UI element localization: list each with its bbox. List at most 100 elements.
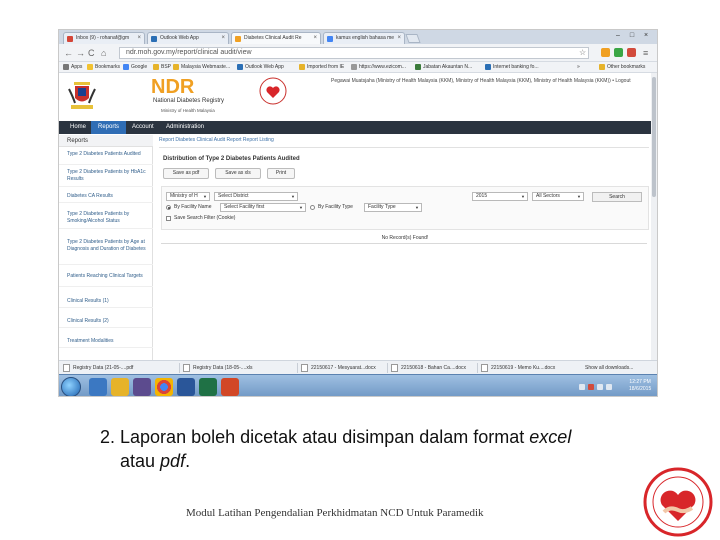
browser-tab-outlook[interactable]: Outlook Web App ×: [147, 32, 229, 44]
folder-icon: [299, 64, 305, 70]
download-item[interactable]: Registry Data (21-05-....pdf: [63, 363, 133, 373]
extension-icon[interactable]: [627, 48, 636, 57]
caption-text: atau di: [297, 427, 357, 447]
download-item[interactable]: 22150617 - Mesyuarat...docx: [301, 363, 376, 373]
browser-tab-audit-report[interactable]: Diabetes Clinical Audit Re ×: [231, 32, 321, 44]
sidebar-item-patients-audited[interactable]: Type 2 Diabetes Patients Audited: [59, 151, 153, 165]
bookmark-star-icon[interactable]: ☆: [579, 47, 586, 59]
save-filter-checkbox[interactable]: [166, 216, 171, 221]
by-facility-name-radio[interactable]: [166, 205, 171, 210]
reload-icon[interactable]: C: [88, 47, 95, 59]
facility-type-select[interactable]: Facility Type ▼: [364, 203, 422, 212]
media-player-icon[interactable]: [133, 378, 151, 396]
maximize-icon[interactable]: □: [625, 31, 639, 41]
close-icon[interactable]: ×: [313, 33, 317, 44]
bookmark-other[interactable]: Other bookmarks: [599, 63, 645, 72]
bookmarks-overflow[interactable]: »: [577, 63, 580, 72]
menu-icon[interactable]: ≡: [643, 47, 648, 59]
url-input[interactable]: ndr.moh.gov.my/report/clinical audit/vie…: [119, 47, 589, 59]
scrollbar-thumb[interactable]: [652, 77, 656, 197]
nav-account[interactable]: Account: [125, 121, 161, 134]
download-item[interactable]: 22150619 - Memo Ku....docx: [481, 363, 555, 373]
bookmark-outlook[interactable]: Outlook Web App: [237, 63, 284, 72]
health-campaign-badge-icon: [643, 467, 713, 537]
bookmark-google[interactable]: Google: [123, 63, 147, 72]
district-select[interactable]: Select District ▼: [214, 192, 298, 201]
sidebar-item-smoking[interactable]: Type 2 Diabetes Patients by Smoking/Alco…: [59, 211, 153, 229]
caption-text: Laporan boleh di: [115, 427, 255, 447]
browser-tab-gmail[interactable]: Inbox (9) - rohanaf@gm ×: [63, 32, 145, 44]
print-button[interactable]: Print: [267, 168, 295, 179]
page-title: Distribution of Type 2 Diabetes Patients…: [163, 156, 300, 162]
browser-tab-kamus[interactable]: kamus english bahasa me ×: [323, 32, 405, 44]
close-icon[interactable]: ×: [221, 33, 225, 44]
nav-home[interactable]: Home: [63, 121, 93, 134]
ie-icon[interactable]: [89, 378, 107, 396]
sidebar-item-clinical-results-1[interactable]: Clinical Results (1): [59, 298, 153, 308]
back-arrow-icon[interactable]: ←: [64, 47, 73, 59]
show-all-downloads-link[interactable]: Show all downloads...: [579, 363, 633, 373]
bookmark-ezicom[interactable]: https://www.ezicom...: [351, 63, 406, 72]
ndr-logo-text: NDR: [151, 76, 195, 98]
home-icon[interactable]: ⌂: [101, 47, 106, 59]
ministry-select[interactable]: Ministry of H ▼: [166, 192, 210, 201]
year-select[interactable]: 2015 ▼: [472, 192, 528, 201]
doc-file-icon: [391, 364, 398, 372]
divider: [161, 243, 647, 244]
by-facility-type-radio[interactable]: [310, 205, 315, 210]
sector-select[interactable]: All Sectors ▼: [532, 192, 584, 201]
download-item[interactable]: 22150618 - Bahan Ca....docx: [391, 363, 466, 373]
bookmark-label: Outlook Web App: [245, 64, 284, 70]
explorer-folder-icon[interactable]: [111, 378, 129, 396]
facility-name-select[interactable]: Select Facility first ▼: [220, 203, 306, 212]
chevron-down-icon: ▼: [291, 194, 295, 199]
xls-file-icon: [183, 364, 190, 372]
search-button[interactable]: Search: [592, 192, 642, 202]
minimize-icon[interactable]: –: [611, 31, 625, 41]
select-value: 2015: [476, 193, 488, 199]
tray-icon[interactable]: [588, 384, 594, 390]
page-scrollbar[interactable]: [651, 73, 657, 360]
by-facility-name-label: By Facility Name: [174, 204, 212, 210]
apps-icon: [63, 64, 69, 70]
outlook-icon: [237, 64, 243, 70]
tray-icon[interactable]: [579, 384, 585, 390]
bookmark-apps[interactable]: Apps: [63, 63, 82, 72]
forward-arrow-icon[interactable]: →: [76, 47, 85, 59]
word-icon[interactable]: [177, 378, 195, 396]
taskbar-clock[interactable]: 12:27 PM 18/6/2015: [629, 379, 651, 393]
system-tray: 12:27 PM 18/6/2015: [579, 378, 657, 396]
new-tab-button[interactable]: [405, 34, 421, 43]
report-content: Report Diabetes Clinical Audit Report Re…: [159, 135, 649, 360]
bookmark-imported[interactable]: Imported from IE: [299, 63, 344, 72]
nav-administration[interactable]: Administration: [159, 121, 211, 134]
close-icon[interactable]: ×: [137, 33, 141, 44]
bookmark-jan[interactable]: Jabatan Akauntan N...: [415, 63, 472, 72]
bookmark-bsp[interactable]: BSP: [153, 63, 171, 72]
sidebar-item-clinical-results-2[interactable]: Clinical Results (2): [59, 318, 153, 328]
sidebar-item-age-diagnosis[interactable]: Type 2 Diabetes Patients by Age at Diagn…: [59, 239, 153, 265]
save-pdf-button[interactable]: Save as pdf: [163, 168, 209, 179]
extension-icon[interactable]: [601, 48, 610, 57]
chrome-icon[interactable]: [155, 378, 173, 396]
volume-icon[interactable]: [606, 384, 612, 390]
sidebar-item-clinical-targets[interactable]: Patients Reaching Clinical Targets: [59, 273, 153, 287]
breadcrumb[interactable]: Report Diabetes Clinical Audit Report Re…: [159, 137, 274, 143]
sidebar-item-ca-results[interactable]: Diabetes CA Results: [59, 193, 153, 203]
close-icon[interactable]: ×: [397, 33, 401, 44]
nav-reports[interactable]: Reports: [91, 121, 127, 134]
extension-icon[interactable]: [614, 48, 623, 57]
save-xls-button[interactable]: Save as xls: [215, 168, 261, 179]
network-icon[interactable]: [597, 384, 603, 390]
powerpoint-icon[interactable]: [221, 378, 239, 396]
excel-icon[interactable]: [199, 378, 217, 396]
sidebar-item-hba1c[interactable]: Type 2 Diabetes Patients by HbA1c Result…: [59, 169, 153, 187]
bookmark-banking[interactable]: Internet banking fo...: [485, 63, 539, 72]
divider: [477, 363, 478, 373]
window-close-icon[interactable]: ×: [639, 31, 653, 41]
download-item[interactable]: Registry Data (18-05-....xls: [183, 363, 252, 373]
windows-start-icon[interactable]: [61, 377, 81, 396]
sidebar-item-treatment[interactable]: Treatment Modalities: [59, 338, 153, 348]
bookmark-webmaster[interactable]: Malaysia Webmaste...: [173, 63, 230, 72]
bookmark-bookmarks[interactable]: Bookmarks: [87, 63, 120, 72]
